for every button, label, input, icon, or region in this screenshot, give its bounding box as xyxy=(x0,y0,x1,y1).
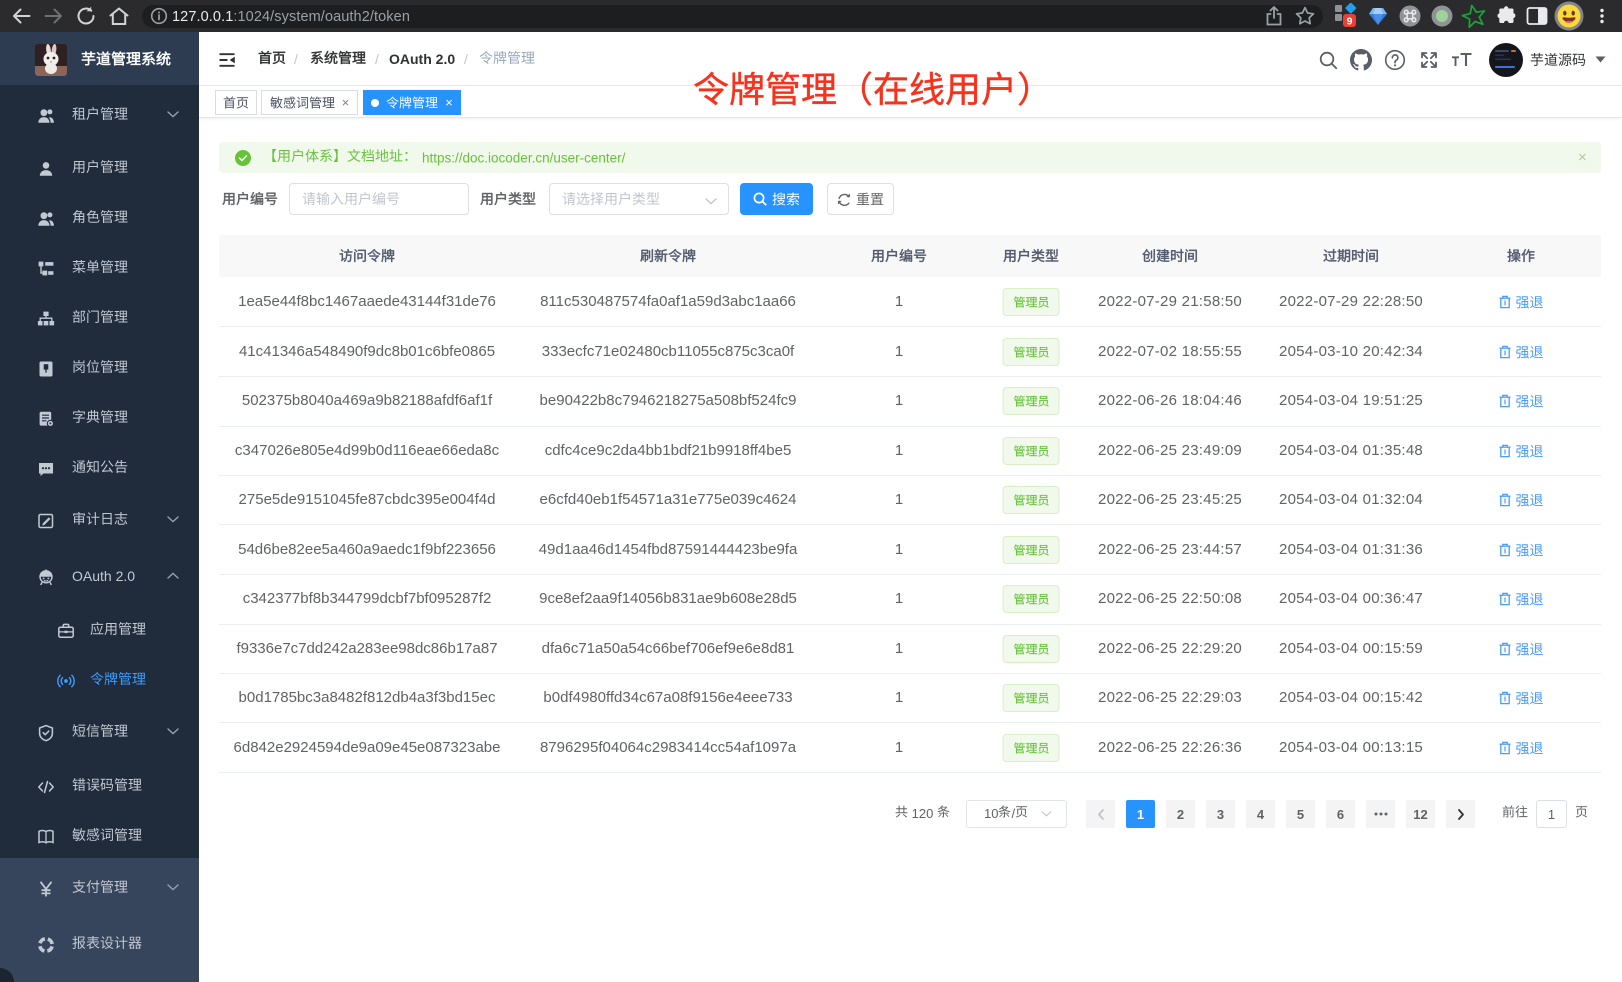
svg-text:9: 9 xyxy=(1347,15,1353,27)
